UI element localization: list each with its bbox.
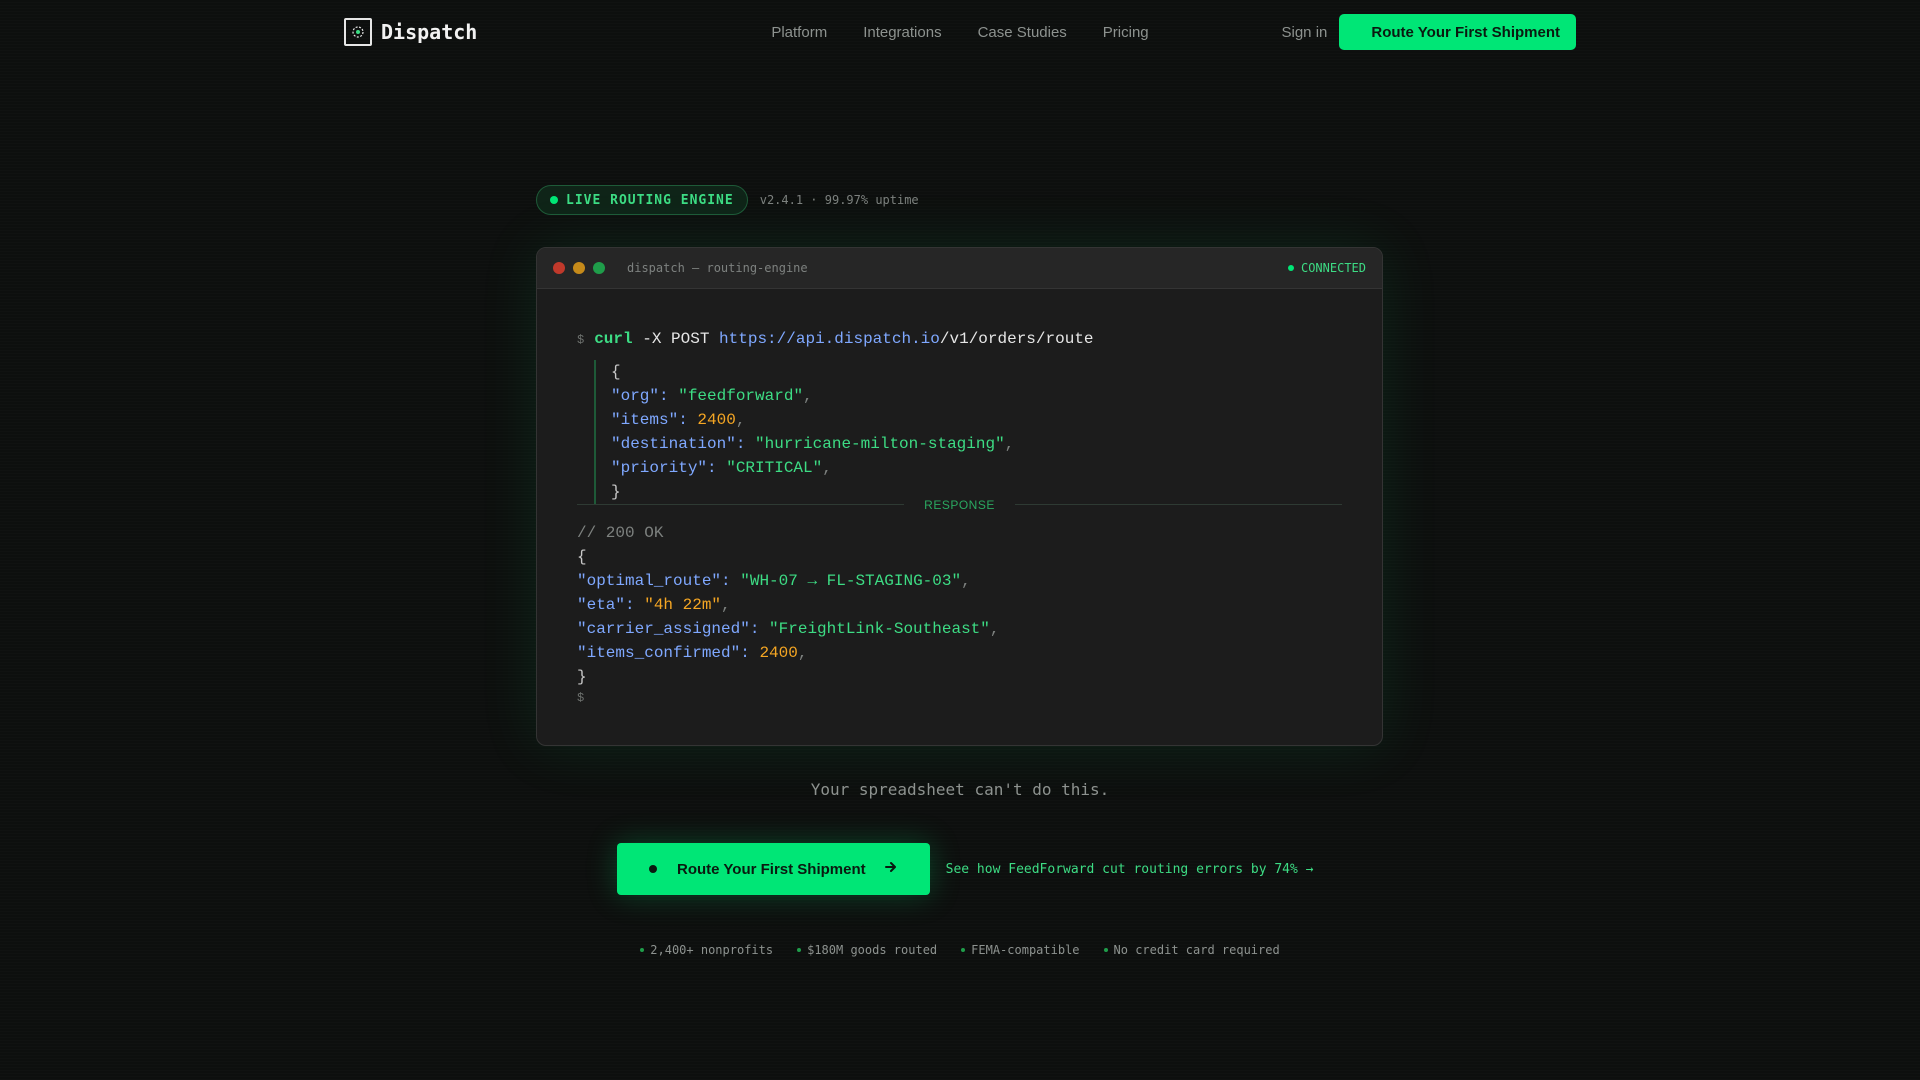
json-value: 2400 bbox=[759, 644, 798, 662]
json-value: "hurricane-milton-staging" bbox=[755, 435, 1005, 453]
json-key: "carrier_assigned" bbox=[577, 620, 750, 638]
brand-name: Dispatch bbox=[381, 20, 478, 44]
request-field: "destination": "hurricane-milton-staging… bbox=[611, 435, 1015, 453]
arrow-right-icon bbox=[884, 860, 898, 879]
response-body: // 200 OK { "optimal_route": "WH-07 → FL… bbox=[577, 521, 999, 689]
status-row: LIVE ROUTING ENGINE v2.4.1 · 99.97% upti… bbox=[536, 185, 919, 215]
close-dot-icon bbox=[553, 262, 565, 274]
json-key: "org" bbox=[611, 387, 660, 405]
tagline: Your spreadsheet can't do this. bbox=[810, 780, 1110, 799]
proof-item: No credit card required bbox=[1103, 943, 1280, 957]
maximize-dot-icon bbox=[593, 262, 605, 274]
command-url-host: https://api.dispatch.io bbox=[719, 330, 940, 348]
json-value: "feedforward" bbox=[678, 387, 804, 405]
json-key: "items" bbox=[611, 411, 679, 429]
response-status: // 200 OK bbox=[577, 524, 664, 542]
proof-item: $180M goods routed bbox=[797, 943, 937, 957]
json-value: "WH-07 → FL-STAGING-03" bbox=[740, 572, 962, 590]
nav-link-case-studies[interactable]: Case Studies bbox=[978, 24, 1067, 41]
connection-status: CONNECTED bbox=[1287, 261, 1366, 275]
live-badge: LIVE ROUTING ENGINE bbox=[536, 185, 748, 215]
divider-line bbox=[577, 504, 905, 505]
brand[interactable]: Dispatch bbox=[344, 18, 477, 46]
response-field: "carrier_assigned": "FreightLink-Southea… bbox=[577, 620, 1000, 638]
command-flags: -X POST bbox=[642, 330, 710, 348]
response-field: "eta": "4h 22m", bbox=[577, 596, 731, 614]
connected-indicator-icon bbox=[1287, 265, 1294, 271]
proof-label: No credit card required bbox=[1113, 943, 1280, 957]
prompt-symbol: $ bbox=[577, 333, 585, 347]
request-field: "priority": "CRITICAL", bbox=[611, 459, 832, 477]
social-proof: 2,400+ nonprofits $180M goods routed FEM… bbox=[0, 943, 1920, 957]
version-uptime: v2.4.1 · 99.97% uptime bbox=[759, 193, 919, 207]
top-nav: Dispatch Platform Integrations Case Stud… bbox=[344, 14, 1576, 50]
proof-label: $180M goods routed bbox=[807, 943, 938, 957]
divider-line bbox=[1014, 504, 1342, 505]
connection-label: CONNECTED bbox=[1300, 261, 1366, 275]
json-key: "items_confirmed" bbox=[577, 644, 741, 662]
response-close-brace: } bbox=[577, 668, 587, 686]
command-name: curl bbox=[594, 330, 633, 348]
live-indicator-icon bbox=[550, 196, 558, 204]
idle-prompt: $ bbox=[577, 691, 585, 705]
json-value: "FreightLink-Southeast" bbox=[769, 620, 990, 638]
live-badge-label: LIVE ROUTING ENGINE bbox=[566, 192, 734, 208]
json-value: "4h 22m" bbox=[644, 596, 722, 614]
response-field: "optimal_route": "WH-07 → FL-STAGING-03"… bbox=[577, 572, 971, 590]
request-body: { "org": "feedforward", "items": 2400, "… bbox=[594, 360, 1014, 504]
nav-link-platform[interactable]: Platform bbox=[771, 24, 827, 41]
response-divider: RESPONSE bbox=[577, 498, 1342, 512]
command-url-path: /v1/orders/route bbox=[939, 330, 1094, 348]
request-open-brace: { bbox=[611, 363, 621, 381]
cta-dot-icon bbox=[649, 865, 657, 873]
terminal-window: dispatch — routing-engine CONNECTED $ cur… bbox=[536, 247, 1383, 746]
nav-link-integrations[interactable]: Integrations bbox=[863, 24, 941, 41]
json-key: "optimal_route" bbox=[577, 572, 722, 590]
request-field: "items": 2400, bbox=[611, 411, 746, 429]
json-value: 2400 bbox=[697, 411, 736, 429]
response-open-brace: { bbox=[577, 548, 587, 566]
command-line: $ curl -X POST https://api.dispatch.io/v1… bbox=[577, 327, 1094, 351]
json-key: "priority" bbox=[611, 459, 708, 477]
request-field: "org": "feedforward", bbox=[611, 387, 813, 405]
json-value: "CRITICAL" bbox=[726, 459, 823, 477]
json-key: "eta" bbox=[577, 596, 626, 614]
proof-label: FEMA-compatible bbox=[971, 943, 1080, 957]
nav-link-pricing[interactable]: Pricing bbox=[1103, 24, 1149, 41]
cta-row: Route Your First Shipment See how FeedFo… bbox=[617, 843, 1313, 895]
primary-cta-label: Route Your First Shipment bbox=[677, 860, 866, 878]
nav-links: Platform Integrations Case Studies Prici… bbox=[771, 24, 1148, 41]
response-field: "items_confirmed": 2400, bbox=[577, 644, 808, 662]
bullet-icon bbox=[797, 948, 802, 952]
terminal-titlebar: dispatch — routing-engine CONNECTED bbox=[537, 248, 1382, 289]
proof-label: 2,400+ nonprofits bbox=[650, 943, 774, 957]
case-study-link[interactable]: See how FeedForward cut routing errors b… bbox=[946, 862, 1314, 877]
primary-cta-button[interactable]: Route Your First Shipment bbox=[617, 843, 930, 895]
json-key: "destination" bbox=[611, 435, 736, 453]
nav-cta-button[interactable]: Route Your First Shipment bbox=[1339, 14, 1576, 50]
bullet-icon bbox=[640, 948, 645, 952]
minimize-dot-icon bbox=[573, 262, 585, 274]
nav-actions: Sign in Route Your First Shipment bbox=[1282, 14, 1576, 50]
proof-item: 2,400+ nonprofits bbox=[640, 943, 773, 957]
terminal-title: dispatch — routing-engine bbox=[627, 261, 808, 275]
sign-in-link[interactable]: Sign in bbox=[1282, 24, 1328, 41]
response-label: RESPONSE bbox=[924, 497, 995, 512]
bullet-icon bbox=[961, 948, 966, 952]
proof-item: FEMA-compatible bbox=[961, 943, 1080, 957]
dispatch-logo-icon bbox=[344, 18, 372, 46]
bullet-icon bbox=[1103, 948, 1108, 952]
